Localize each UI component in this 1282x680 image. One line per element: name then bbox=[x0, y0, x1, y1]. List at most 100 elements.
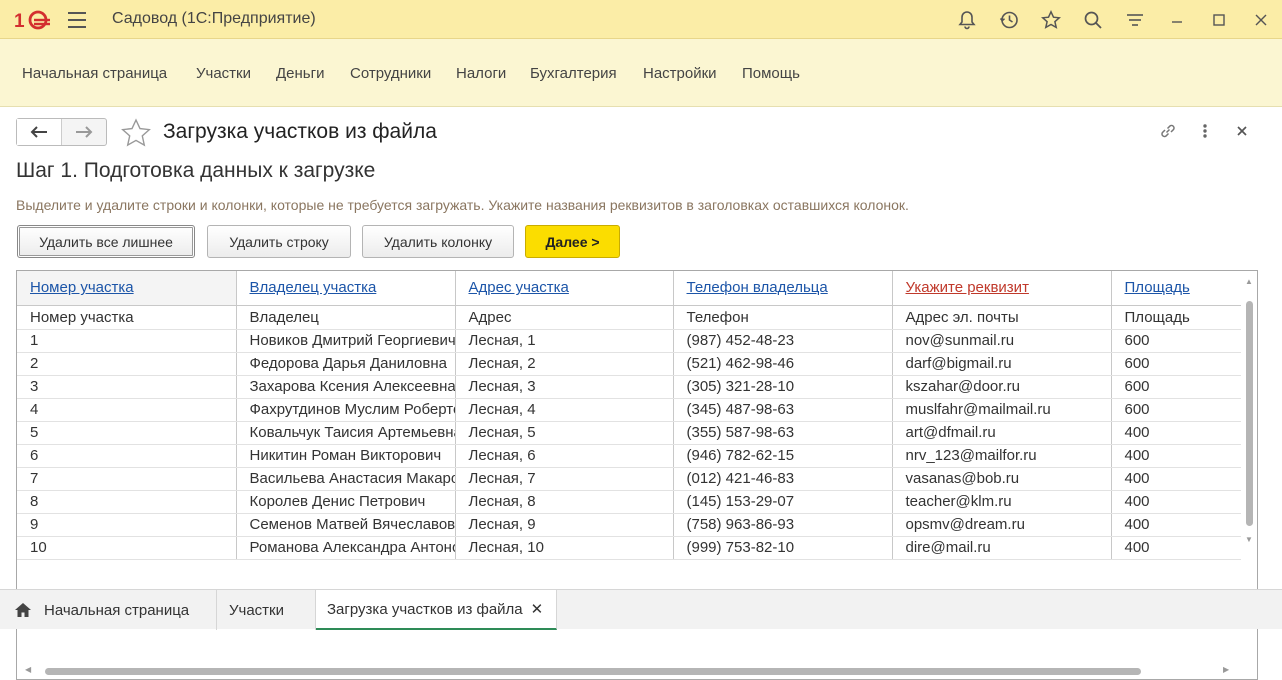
next-button[interactable]: Далее > bbox=[525, 225, 620, 258]
table-row[interactable]: 4Фахрутдинов Муслим РобертовичЛесная, 4(… bbox=[17, 398, 1257, 422]
table-cell[interactable]: Адрес эл. почты bbox=[892, 305, 1112, 330]
table-cell[interactable]: 600 bbox=[1111, 352, 1257, 376]
section-plots[interactable]: Участки bbox=[196, 65, 251, 82]
table-cell[interactable]: Никитин Роман Викторович bbox=[236, 444, 456, 468]
table-cell[interactable]: Фахрутдинов Муслим Робертович bbox=[236, 398, 456, 422]
column-header[interactable]: Телефон владельца bbox=[673, 271, 893, 306]
table-cell[interactable]: 8 bbox=[17, 490, 237, 514]
table-cell[interactable]: 400 bbox=[1111, 513, 1257, 537]
table-cell[interactable]: 6 bbox=[17, 444, 237, 468]
table-cell[interactable]: Владелец bbox=[236, 305, 456, 330]
table-row[interactable]: Номер участка Владелец Адрес Телефон Адр… bbox=[17, 305, 1257, 330]
scroll-down-icon[interactable]: ▼ bbox=[1245, 535, 1253, 544]
table-cell[interactable]: Захарова Ксения Алексеевна bbox=[236, 375, 456, 399]
table-cell[interactable]: 10 bbox=[17, 536, 237, 560]
minimize-icon[interactable] bbox=[1156, 0, 1198, 39]
table-row[interactable]: 3 Захарова Ксения Алексеевна Лесная, 3 (305… bbox=[17, 375, 1257, 399]
section-settings[interactable]: Настройки bbox=[643, 65, 717, 82]
table-cell[interactable]: Лесная, 9 bbox=[455, 513, 674, 537]
table-cell[interactable]: Лесная, 2 bbox=[455, 352, 674, 376]
forward-button[interactable] bbox=[62, 119, 106, 145]
table-cell[interactable]: 9 bbox=[17, 513, 237, 537]
table-cell[interactable]: Лесная, 7 bbox=[455, 467, 674, 491]
close-tab-icon[interactable]: ✕ bbox=[531, 600, 544, 618]
table-row[interactable]: 7Васильева Анастасия МакаровнаЛесная, 7(… bbox=[17, 467, 1257, 491]
more-icon[interactable] bbox=[1186, 119, 1223, 143]
table-cell[interactable]: Романова Александра Антоновна bbox=[236, 536, 456, 560]
table-cell[interactable]: Номер участка bbox=[17, 305, 237, 330]
close-form-icon[interactable] bbox=[1223, 119, 1260, 143]
table-row[interactable]: 9 Семенов Матвей Вячеславович Лесная, 9 (75… bbox=[17, 513, 1257, 537]
table-cell[interactable]: Лесная, 8 bbox=[455, 490, 674, 514]
table-cell[interactable]: Семенов Матвей Вячеславович bbox=[236, 513, 456, 537]
back-button[interactable] bbox=[17, 119, 62, 145]
table-cell[interactable]: (521) 462-98-46 bbox=[673, 352, 893, 376]
star-icon[interactable] bbox=[1030, 0, 1072, 39]
table-cell[interactable]: (012) 421-46-83 bbox=[673, 467, 893, 491]
horizontal-scrollbar[interactable]: ◀ ▶ bbox=[17, 663, 1257, 679]
table-row[interactable]: 8 Королев Денис Петрович Лесная, 8 (145) 15… bbox=[17, 490, 1257, 514]
table-cell[interactable]: 5 bbox=[17, 421, 237, 445]
bell-icon[interactable] bbox=[946, 0, 988, 39]
table-cell[interactable]: Лесная, 1 bbox=[455, 329, 674, 353]
table-cell[interactable]: dire@mail.ru bbox=[892, 536, 1112, 560]
tab-plots[interactable]: Участки bbox=[217, 590, 316, 630]
table-cell[interactable]: nrv_123@mailfor.ru bbox=[892, 444, 1112, 468]
section-accounting[interactable]: Бухгалтерия bbox=[530, 65, 617, 82]
table-cell[interactable]: 400 bbox=[1111, 444, 1257, 468]
table-cell[interactable]: 600 bbox=[1111, 329, 1257, 353]
table-cell[interactable]: 2 bbox=[17, 352, 237, 376]
link-icon[interactable] bbox=[1149, 119, 1186, 143]
section-taxes[interactable]: Налоги bbox=[456, 65, 506, 82]
section-employees[interactable]: Сотрудники bbox=[350, 65, 431, 82]
column-header[interactable]: Владелец участка bbox=[236, 271, 456, 306]
table-cell[interactable]: Лесная, 5 bbox=[455, 421, 674, 445]
scroll-up-icon[interactable]: ▲ bbox=[1245, 277, 1253, 286]
table-cell[interactable]: (345) 487-98-63 bbox=[673, 398, 893, 422]
table-row[interactable]: 10Романова Александра АнтоновнаЛесная, 1… bbox=[17, 536, 1257, 560]
table-cell[interactable]: (987) 452-48-23 bbox=[673, 329, 893, 353]
table-row[interactable]: 6 Никитин Роман Викторович Лесная, 6 (946) … bbox=[17, 444, 1257, 468]
table-cell[interactable]: Королев Денис Петрович bbox=[236, 490, 456, 514]
column-header[interactable]: Адрес участка bbox=[455, 271, 674, 306]
column-header[interactable]: Номер участка bbox=[17, 271, 237, 306]
table-cell[interactable]: Лесная, 10 bbox=[455, 536, 674, 560]
table-cell[interactable]: 600 bbox=[1111, 375, 1257, 399]
table-cell[interactable]: (145) 153-29-07 bbox=[673, 490, 893, 514]
column-header-unset[interactable]: Укажите реквизит bbox=[892, 271, 1112, 306]
column-header[interactable]: Площадь bbox=[1111, 271, 1257, 306]
tab-import[interactable]: Загрузка участков из файла ✕ bbox=[316, 590, 557, 630]
delete-extra-button[interactable]: Удалить все лишнее bbox=[17, 225, 195, 258]
table-cell[interactable]: (946) 782-62-15 bbox=[673, 444, 893, 468]
table-cell[interactable]: 400 bbox=[1111, 421, 1257, 445]
table-cell[interactable]: 1 bbox=[17, 329, 237, 353]
favorite-star-icon[interactable] bbox=[120, 118, 152, 148]
table-cell[interactable]: 400 bbox=[1111, 467, 1257, 491]
search-icon[interactable] bbox=[1072, 0, 1114, 39]
table-cell[interactable]: (305) 321-28-10 bbox=[673, 375, 893, 399]
section-home[interactable]: Начальная страница bbox=[22, 65, 167, 82]
table-cell[interactable]: Площадь bbox=[1111, 305, 1257, 330]
table-cell[interactable]: art@dfmail.ru bbox=[892, 421, 1112, 445]
delete-row-button[interactable]: Удалить строку bbox=[207, 225, 351, 258]
section-money[interactable]: Деньги bbox=[276, 65, 324, 82]
table-cell[interactable]: Лесная, 6 bbox=[455, 444, 674, 468]
table-cell[interactable]: (758) 963-86-93 bbox=[673, 513, 893, 537]
table-cell[interactable]: teacher@klm.ru bbox=[892, 490, 1112, 514]
horizontal-scroll-thumb[interactable] bbox=[45, 668, 1141, 675]
main-menu-icon[interactable] bbox=[68, 12, 88, 28]
table-cell[interactable]: 3 bbox=[17, 375, 237, 399]
table-cell[interactable]: nov@sunmail.ru bbox=[892, 329, 1112, 353]
close-icon[interactable] bbox=[1240, 0, 1282, 39]
table-cell[interactable]: vasanas@bob.ru bbox=[892, 467, 1112, 491]
table-cell[interactable]: Васильева Анастасия Макаровна bbox=[236, 467, 456, 491]
filter-icon[interactable] bbox=[1114, 0, 1156, 39]
table-cell[interactable]: (355) 587-98-63 bbox=[673, 421, 893, 445]
table-cell[interactable]: (999) 753-82-10 bbox=[673, 536, 893, 560]
table-cell[interactable]: Адрес bbox=[455, 305, 674, 330]
table-cell[interactable]: Новиков Дмитрий Георгиевич bbox=[236, 329, 456, 353]
history-icon[interactable] bbox=[988, 0, 1030, 39]
maximize-icon[interactable] bbox=[1198, 0, 1240, 39]
table-row[interactable]: 5 Ковальчук Таисия Артемьевна Лесная, 5 (35… bbox=[17, 421, 1257, 445]
tab-home[interactable]: Начальная страница bbox=[0, 590, 217, 630]
